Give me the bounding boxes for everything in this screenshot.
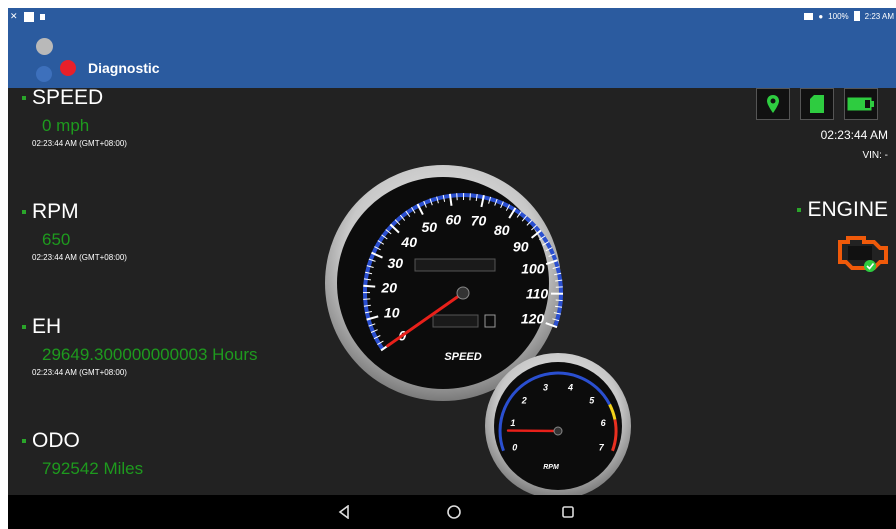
location-icon[interactable] — [756, 88, 790, 120]
speed-value: 0 mph — [42, 116, 90, 135]
battery-icon[interactable] — [844, 88, 878, 120]
tachometer-hub — [553, 426, 563, 436]
tachometer-label: RPM — [543, 464, 559, 471]
signal-icon: ✕ — [10, 11, 18, 21]
speedometer-tick-label: 80 — [494, 222, 510, 238]
speedometer-tick-label: 10 — [384, 305, 400, 321]
eh-timestamp: 02:23:44 AM (GMT+08:00) — [32, 368, 127, 377]
clock: 2:23 AM — [864, 11, 894, 21]
speedometer-tick — [363, 284, 376, 288]
speedometer-tick-label: 70 — [471, 213, 487, 229]
rpm-label: RPM — [22, 200, 127, 224]
odo-value: 792542 Miles — [42, 459, 144, 478]
speedometer-tick-label: 90 — [513, 239, 529, 255]
card-icon — [804, 12, 814, 20]
speedometer-tick — [469, 193, 471, 201]
location-status-icon: ● — [818, 11, 824, 21]
vin-value: VIN: - — [862, 150, 888, 161]
notification-icon — [23, 11, 34, 22]
speedometer-label: SPEED — [444, 351, 481, 363]
speedometer-hub — [456, 286, 470, 300]
speedometer-tick-label: 60 — [446, 212, 462, 228]
sd-card-icon[interactable] — [800, 88, 834, 120]
home-icon — [447, 505, 461, 519]
red-status-icon[interactable] — [60, 60, 76, 76]
recents-button[interactable] — [558, 502, 578, 522]
battery-status-icon — [853, 11, 860, 21]
speedometer-tick-label: 50 — [422, 219, 438, 235]
speedometer-tick-label: 110 — [526, 286, 549, 302]
home-button[interactable] — [444, 502, 464, 522]
app-title: Diagnostic — [88, 60, 160, 76]
status-bar: ✕ ● 100% 2:23 AM — [8, 8, 896, 26]
app-bar: Diagnostic — [8, 26, 896, 88]
navigation-bar — [8, 495, 896, 529]
tachometer-gauge: 0123 4567 RPM — [485, 353, 631, 499]
odo-label: ODO — [22, 429, 143, 453]
current-time: 02:23:44 AM — [820, 128, 888, 142]
odo-stat: ODO 792542 Miles — [22, 429, 143, 479]
tachometer-tick-label: 0 — [512, 443, 517, 453]
tachometer-tick-label: 3 — [543, 383, 548, 393]
speedometer-lcd-bottom — [432, 314, 479, 328]
speedometer-tick-label: 100 — [521, 261, 545, 277]
back-icon — [338, 505, 349, 519]
speed-label: SPEED — [22, 86, 127, 110]
recents-icon — [562, 506, 574, 518]
speedometer-lcd-top — [414, 258, 496, 272]
speedometer-tick-label: 40 — [400, 234, 417, 250]
rpm-timestamp: 02:23:44 AM (GMT+08:00) — [32, 253, 127, 262]
speedometer-tick-label: 20 — [380, 280, 397, 296]
check-engine-icon[interactable] — [834, 232, 890, 277]
speedometer-tick — [555, 299, 563, 302]
speed-timestamp: 02:23:44 AM (GMT+08:00) — [32, 139, 127, 148]
rpm-stat: RPM 650 02:23:44 AM (GMT+08:00) — [22, 200, 127, 262]
eh-label: EH — [22, 315, 258, 339]
speedometer-tick-label: 120 — [521, 310, 545, 326]
speed-stat: SPEED 0 mph 02:23:44 AM (GMT+08:00) — [22, 86, 127, 148]
blue-indicator-icon — [36, 66, 52, 82]
tachometer-tick-label: 4 — [567, 383, 573, 393]
screen: ✕ ● 100% 2:23 AM Diagnostic SPEED 0 mph … — [8, 8, 896, 529]
engine-label: ENGINE — [797, 198, 888, 221]
tachometer-tick-label: 2 — [521, 396, 527, 406]
back-button[interactable] — [334, 502, 354, 522]
speedometer-tick — [363, 298, 371, 300]
notification-icon-small — [39, 13, 45, 20]
eh-value: 29649.300000000003 Hours — [42, 345, 258, 364]
gray-indicator-icon — [36, 38, 53, 55]
tachometer-tick-label: 1 — [510, 418, 515, 428]
speedometer-tick — [456, 193, 458, 201]
speedometer-tick-label: 30 — [388, 255, 404, 271]
rpm-value: 650 — [42, 230, 71, 249]
eh-stat: EH 29649.300000000003 Hours 02:23:44 AM … — [22, 315, 258, 377]
battery-percent: 100% — [828, 11, 849, 21]
